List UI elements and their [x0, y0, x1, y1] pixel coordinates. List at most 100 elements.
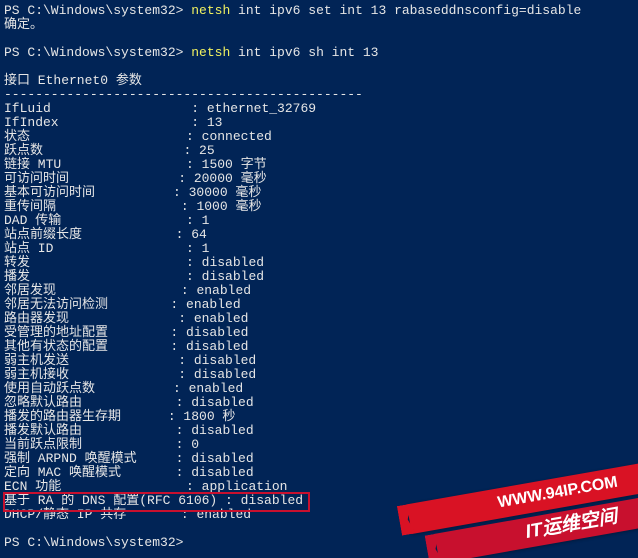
property-line: 播发的路由器生存期 : 1800 秒: [4, 409, 235, 424]
property-label: 邻居无法访问检测: [4, 297, 170, 312]
property-label: IfLuid: [4, 101, 191, 116]
property-line: 受管理的地址配置 : disabled: [4, 325, 248, 340]
property-line: ECN 功能 : application: [4, 479, 287, 494]
property-sep: :: [176, 451, 192, 466]
property-line: IfLuid : ethernet_32769: [4, 101, 316, 116]
property-label: 可访问时间: [4, 171, 178, 186]
property-value: disabled: [194, 367, 256, 382]
property-label: 邻居发现: [4, 283, 181, 298]
property-line: DAD 传输 : 1: [4, 213, 209, 228]
property-label: 转发: [4, 255, 186, 270]
property-value: 1500 字节: [202, 157, 267, 172]
command-args: int ipv6 sh int 13: [230, 45, 378, 60]
terminal-output: PS C:\Windows\system32> netsh int ipv6 s…: [0, 0, 638, 550]
property-label: 路由器发现: [4, 311, 178, 326]
property-sep: :: [191, 101, 207, 116]
property-value: 1000 毫秒: [196, 199, 261, 214]
property-value: disabled: [191, 423, 253, 438]
property-line: 强制 ARPND 唤醒模式 : disabled: [4, 451, 254, 466]
property-sep: :: [183, 143, 199, 158]
property-sep: :: [186, 129, 202, 144]
property-sep: :: [178, 171, 194, 186]
property-value: 64: [191, 227, 207, 242]
property-sep: :: [173, 185, 189, 200]
property-label: 使用自动跃点数: [4, 381, 173, 396]
property-line: 弱主机接收 : disabled: [4, 367, 256, 382]
property-line: 可访问时间 : 20000 毫秒: [4, 171, 267, 186]
property-line: 转发 : disabled: [4, 255, 264, 270]
property-value: disabled: [191, 465, 253, 480]
property-value: disabled: [186, 339, 248, 354]
property-line: 站点 ID : 1: [4, 241, 209, 256]
property-label: 重传间隔: [4, 199, 181, 214]
property-label: 强制 ARPND 唤醒模式: [4, 451, 176, 466]
property-sep: :: [186, 213, 202, 228]
property-value: disabled: [241, 493, 303, 508]
property-label: DAD 传输: [4, 213, 186, 228]
property-value: disabled: [191, 451, 253, 466]
property-line: 基本可访问时间 : 30000 毫秒: [4, 185, 261, 200]
property-line: 播发 : disabled: [4, 269, 264, 284]
property-sep: :: [178, 311, 194, 326]
property-value: 1800 秒: [183, 409, 235, 424]
property-line: 邻居发现 : enabled: [4, 283, 251, 298]
property-sep: :: [170, 339, 186, 354]
property-label: ECN 功能: [4, 479, 186, 494]
property-sep: :: [178, 353, 194, 368]
property-label: 站点前缀长度: [4, 227, 176, 242]
property-sep: :: [173, 381, 189, 396]
property-label: 基于 RA 的 DNS 配置(RFC 6106): [4, 493, 225, 508]
property-line: 播发默认路由 : disabled: [4, 423, 254, 438]
command-args: int ipv6 set int 13 rabaseddnsconfig=dis…: [230, 3, 581, 18]
property-value: 0: [191, 437, 199, 452]
property-label: 受管理的地址配置: [4, 325, 170, 340]
property-value: 25: [199, 143, 215, 158]
property-sep: :: [176, 395, 192, 410]
property-sep: :: [168, 409, 184, 424]
property-sep: :: [176, 437, 192, 452]
property-label: 忽略默认路由: [4, 395, 176, 410]
property-line: 重传间隔 : 1000 毫秒: [4, 199, 261, 214]
property-value: disabled: [191, 395, 253, 410]
property-value: 1: [202, 213, 210, 228]
property-value: enabled: [186, 297, 241, 312]
property-sep: :: [186, 479, 202, 494]
property-sep: :: [186, 157, 202, 172]
property-line: 邻居无法访问检测 : enabled: [4, 297, 241, 312]
property-value: 13: [207, 115, 223, 130]
property-value: 1: [202, 241, 210, 256]
property-sep: :: [186, 241, 202, 256]
property-sep: :: [181, 199, 197, 214]
command-name: netsh: [191, 45, 230, 60]
property-line: 路由器发现 : enabled: [4, 311, 248, 326]
ps-prompt[interactable]: PS C:\Windows\system32>: [4, 535, 191, 550]
property-value: disabled: [186, 325, 248, 340]
property-label: 弱主机发送: [4, 353, 178, 368]
property-line: 链接 MTU : 1500 字节: [4, 157, 267, 172]
property-value: enabled: [196, 283, 251, 298]
property-line: IfIndex : 13: [4, 115, 222, 130]
property-value: 30000 毫秒: [189, 185, 262, 200]
property-label: 弱主机接收: [4, 367, 178, 382]
property-sep: :: [191, 115, 207, 130]
property-value: disabled: [202, 255, 264, 270]
property-line: 基于 RA 的 DNS 配置(RFC 6106) : disabled: [4, 493, 303, 508]
property-label: DHCP/静态 IP 共存: [4, 507, 181, 522]
property-sep: :: [181, 507, 197, 522]
property-label: 定向 MAC 唤醒模式: [4, 465, 176, 480]
property-sep: :: [186, 269, 202, 284]
property-line: 弱主机发送 : disabled: [4, 353, 256, 368]
property-label: 链接 MTU: [4, 157, 186, 172]
property-line: 跃点数 : 25: [4, 143, 215, 158]
property-line: 状态 : connected: [4, 129, 272, 144]
property-sep: :: [186, 255, 202, 270]
property-sep: :: [181, 283, 197, 298]
property-sep: :: [178, 367, 194, 382]
property-label: 状态: [4, 129, 186, 144]
property-value: enabled: [194, 311, 249, 326]
property-value: enabled: [196, 507, 251, 522]
property-value: application: [202, 479, 288, 494]
property-sep: :: [176, 227, 192, 242]
property-value: ethernet_32769: [207, 101, 316, 116]
property-label: IfIndex: [4, 115, 191, 130]
